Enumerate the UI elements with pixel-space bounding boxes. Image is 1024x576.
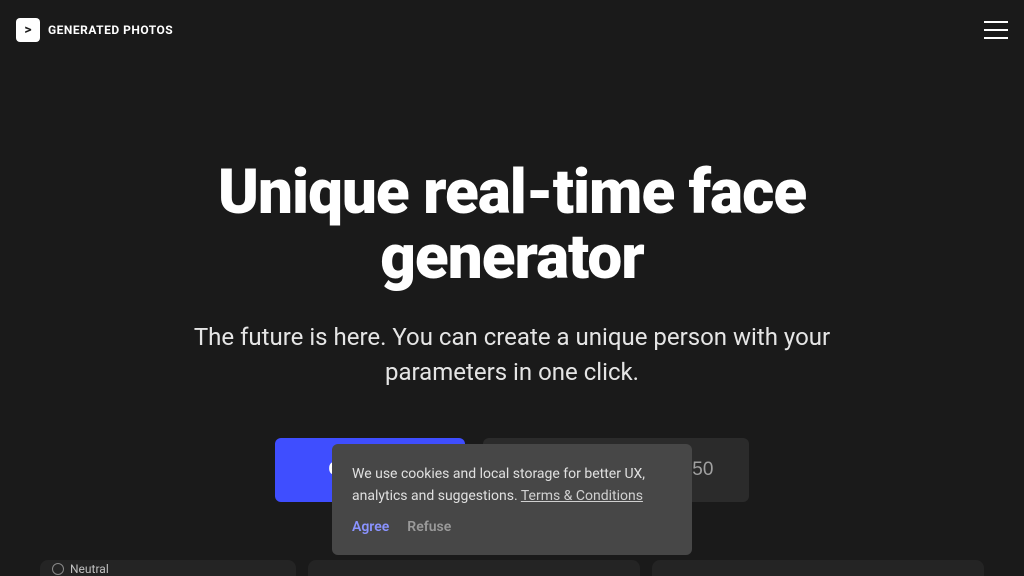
preview-tag: Neutral	[52, 562, 109, 576]
cookie-banner: We use cookies and local storage for bet…	[332, 444, 692, 555]
page-subtitle: The future is here. You can create a uni…	[192, 320, 832, 390]
cookie-agree-button[interactable]: Agree	[352, 517, 389, 539]
terms-link[interactable]: Terms & Conditions	[521, 488, 643, 504]
preview-card[interactable]	[652, 560, 984, 576]
preview-card[interactable]	[308, 560, 640, 576]
menu-icon[interactable]	[984, 21, 1008, 39]
cookie-refuse-button[interactable]: Refuse	[407, 517, 451, 539]
page-title: Unique real-time face generator	[152, 160, 872, 290]
brand-name: GENERATED PHOTOS	[48, 23, 173, 37]
site-header: > GENERATED PHOTOS	[0, 0, 1024, 60]
circle-icon	[52, 563, 64, 575]
preview-card[interactable]: Neutral	[40, 560, 296, 576]
bottom-preview-bar: Neutral	[0, 560, 1024, 576]
logo-icon: >	[16, 18, 40, 42]
hero-section: Unique real-time face generator The futu…	[0, 60, 1024, 502]
brand-logo[interactable]: > GENERATED PHOTOS	[16, 18, 173, 42]
